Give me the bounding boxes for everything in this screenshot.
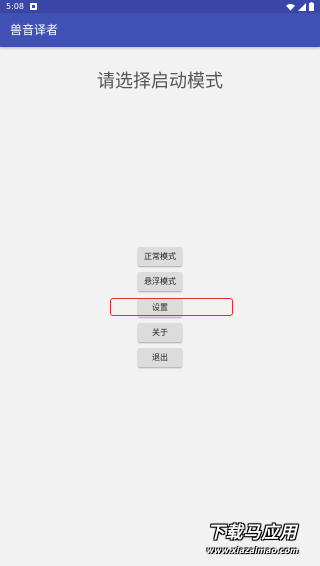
status-icons — [286, 2, 314, 11]
app-bar: 兽音译者 — [0, 13, 320, 47]
signal-icon — [298, 2, 306, 11]
page-title: 请选择启动模式 — [97, 71, 223, 92]
status-time: 5:08 — [6, 2, 24, 11]
about-button[interactable]: 关于 — [138, 323, 182, 342]
battery-icon — [309, 2, 314, 11]
status-bar: 5:08 — [0, 0, 320, 13]
wifi-icon — [286, 3, 295, 11]
highlight-annotation — [110, 298, 233, 316]
exit-button[interactable]: 退出 — [138, 348, 182, 367]
app-title: 兽音译者 — [10, 23, 59, 37]
normal-mode-button[interactable]: 正常模式 — [138, 247, 182, 266]
watermark-title: 下载马应用 — [207, 523, 298, 543]
floating-mode-button[interactable]: 悬浮模式 — [138, 272, 182, 291]
notification-icon — [30, 3, 37, 10]
watermark: 下载马应用 www.xiazaimao.com — [187, 521, 318, 564]
watermark-url: www.xiazaimao.com — [206, 546, 299, 555]
